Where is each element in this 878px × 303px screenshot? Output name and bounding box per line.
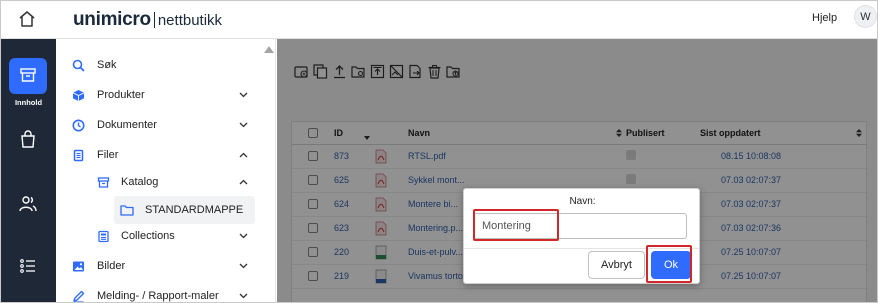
top-bar: unimicro nettbutikk Hjelp W <box>1 1 877 39</box>
name-label: Navn: <box>569 196 596 207</box>
image-icon <box>71 259 85 273</box>
home-icon[interactable] <box>15 7 39 31</box>
folder-icon <box>120 203 134 217</box>
sidebar-item-label: Søk <box>97 59 117 71</box>
sidebar-item-label: Katalog <box>121 176 159 188</box>
sidebar-item-files[interactable]: Filer <box>56 141 266 169</box>
nav-rail: Innhold <box>1 39 56 302</box>
logo-main: unimicro <box>73 9 151 30</box>
name-input[interactable] <box>473 213 687 239</box>
chevron-up-icon[interactable] <box>238 150 248 160</box>
sidebar-item-label: Bilder <box>97 260 126 272</box>
sidebar-item-catalog[interactable]: Katalog <box>56 168 266 196</box>
logo: unimicro nettbutikk <box>73 9 222 31</box>
list-icon[interactable] <box>16 254 40 278</box>
sidebar-item-standard-folder[interactable]: STANDARDMAPPE <box>114 196 255 224</box>
collection-icon <box>96 229 110 243</box>
chevron-up-icon[interactable] <box>238 177 248 187</box>
sidebar-item-search[interactable]: Søk <box>56 51 266 79</box>
sidebar-item-message-templates[interactable]: Melding- / Rapport-maler <box>56 282 266 302</box>
rail-label-content: Innhold <box>14 98 43 107</box>
cancel-button[interactable]: Avbryt <box>588 251 645 279</box>
avatar[interactable]: W <box>854 5 877 28</box>
sidebar-item-label: Melding- / Rapport-maler <box>97 290 219 302</box>
users-icon[interactable] <box>16 192 40 216</box>
sidebar-item-label: Produkter <box>97 89 145 101</box>
sidebar-item-documents[interactable]: Dokumenter <box>56 111 266 139</box>
ok-button[interactable]: Ok <box>651 251 691 279</box>
files-icon <box>71 148 85 162</box>
sidebar-item-collections[interactable]: Collections <box>56 222 266 250</box>
clock-icon <box>71 118 85 132</box>
chevron-down-icon[interactable] <box>238 120 248 130</box>
shopping-bag-icon[interactable] <box>16 127 40 151</box>
sidebar: Søk Produkter Dokumenter Filer Katalog S… <box>56 39 276 302</box>
app-window: unimicro nettbutikk Hjelp W Innhold Søk … <box>0 0 878 303</box>
sidebar-item-label: Collections <box>121 230 175 242</box>
chevron-down-icon[interactable] <box>238 261 248 271</box>
logo-separator <box>153 12 155 28</box>
rail-item-content[interactable] <box>9 58 47 94</box>
rename-dialog: Navn: Avbryt Ok <box>463 188 700 284</box>
help-link[interactable]: Hjelp <box>812 12 837 24</box>
sidebar-item-images[interactable]: Bilder <box>56 252 266 280</box>
search-icon <box>71 58 85 72</box>
dialog-divider <box>464 248 699 249</box>
sidebar-item-products[interactable]: Produkter <box>56 81 266 109</box>
template-icon <box>71 289 85 302</box>
sidebar-item-label: Filer <box>97 149 119 161</box>
chevron-down-icon[interactable] <box>238 231 248 241</box>
cube-icon <box>71 88 85 102</box>
sidebar-item-label: STANDARDMAPPE <box>145 204 244 216</box>
archive-box-icon <box>19 66 37 87</box>
archive-icon <box>96 175 110 189</box>
chevron-down-icon[interactable] <box>238 291 248 301</box>
logo-sub: nettbutikk <box>157 11 223 29</box>
chevron-down-icon[interactable] <box>238 90 248 100</box>
sidebar-item-label: Dokumenter <box>97 119 157 131</box>
